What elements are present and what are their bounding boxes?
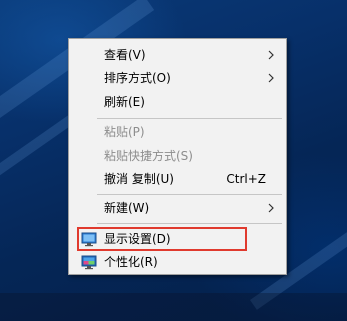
menu-item-new[interactable]: 新建(W)	[69, 197, 286, 219]
personalize-icon	[81, 255, 97, 270]
menu-item-label: 粘贴快捷方式(S)	[104, 149, 193, 163]
chevron-right-icon	[268, 50, 274, 60]
taskbar-area	[0, 293, 347, 321]
menu-item-label: 撤消 复制(U)	[104, 172, 174, 186]
menu-item-label: 刷新(E)	[104, 95, 145, 109]
menu-item-paste[interactable]: 粘贴(P)	[69, 121, 286, 143]
menu-item-personalize[interactable]: 个性化(R)	[69, 251, 286, 273]
menu-item-sort-by[interactable]: 排序方式(O)	[69, 67, 286, 89]
desktop-context-menu: 查看(V) 排序方式(O) 刷新(E) 粘贴(P) 粘贴快捷方式(S) 撤消 复…	[68, 38, 287, 275]
chevron-right-icon	[268, 73, 274, 83]
menu-separator	[97, 118, 282, 119]
menu-item-label: 排序方式(O)	[104, 71, 171, 85]
menu-separator	[97, 223, 282, 224]
menu-item-shortcut: Ctrl+Z	[226, 172, 266, 186]
menu-item-label: 新建(W)	[104, 201, 150, 215]
chevron-right-icon	[268, 203, 274, 213]
menu-item-paste-shortcut[interactable]: 粘贴快捷方式(S)	[69, 145, 286, 167]
menu-separator	[97, 194, 282, 195]
menu-item-view[interactable]: 查看(V)	[69, 44, 286, 66]
menu-item-refresh[interactable]: 刷新(E)	[69, 91, 286, 113]
menu-item-label: 查看(V)	[104, 48, 146, 62]
menu-item-undo-copy[interactable]: 撤消 复制(U) Ctrl+Z	[69, 168, 286, 190]
menu-item-label: 粘贴(P)	[104, 125, 145, 139]
highlight-annotation-box	[77, 227, 247, 251]
menu-item-label: 个性化(R)	[104, 255, 158, 269]
